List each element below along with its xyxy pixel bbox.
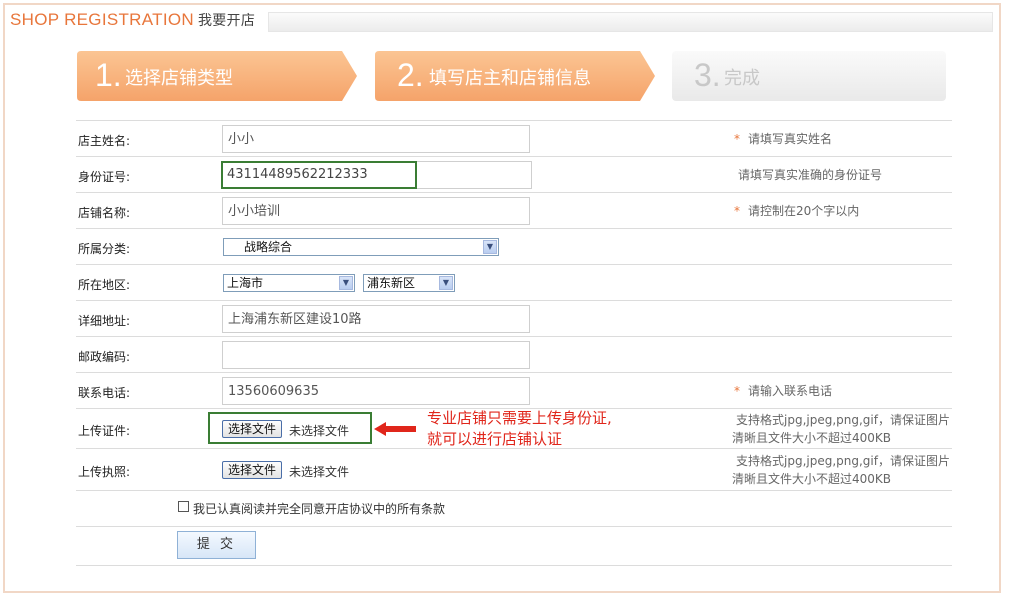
- header-bar: [268, 12, 993, 32]
- district-selected: 浦东新区: [367, 276, 416, 290]
- step-3-label: 完成: [724, 68, 760, 89]
- step-1: 1. 选择店铺类型: [77, 51, 357, 101]
- row-owner-name: 店主姓名: 小小 * 请填写真实姓名: [76, 120, 952, 157]
- required-mark: *: [734, 132, 740, 146]
- owner-name-hint: * 请填写真实姓名: [734, 132, 833, 146]
- row-license-upload: 上传执照: 选择文件 未选择文件 支持格式jpg,jpeg,png,gif，请保…: [76, 448, 952, 491]
- postcode-label: 邮政编码:: [78, 350, 131, 364]
- required-mark: *: [734, 384, 740, 398]
- license-upload-button[interactable]: 选择文件: [222, 461, 283, 479]
- row-agreement: 我已认真阅读并完全同意开店协议中的所有条款: [76, 490, 952, 527]
- phone-input[interactable]: 13560609635: [222, 377, 530, 405]
- required-mark: *: [734, 204, 740, 218]
- row-id-number: 身份证号: 43114489562212333 请填写真实准确的身份证号: [76, 156, 952, 193]
- id-number-input-rest: [417, 161, 532, 189]
- step-1-number: 1.: [95, 57, 122, 93]
- row-region: 所在地区: 上海市 ▼ 浦东新区 ▼: [76, 264, 952, 301]
- license-upload-label: 上传执照:: [78, 465, 131, 479]
- page-title: SHOP REGISTRATION 我要开店: [10, 10, 256, 29]
- phone-label: 联系电话:: [78, 386, 131, 400]
- step-3: 3. 完成: [672, 51, 946, 101]
- arrow-left-icon: [374, 422, 416, 436]
- step-2-number: 2.: [397, 57, 424, 93]
- row-postcode: 邮政编码:: [76, 336, 952, 373]
- phone-hint: * 请输入联系电话: [734, 384, 833, 398]
- shop-name-label: 店铺名称:: [78, 206, 131, 220]
- id-number-label: 身份证号:: [78, 170, 131, 184]
- annotation-note: 专业店铺只需要上传身份证, 就可以进行店铺认证: [427, 408, 612, 450]
- id-upload-hint: 支持格式jpg,jpeg,png,gif，请保证图片 清晰且文件大小不超过400…: [732, 413, 950, 445]
- district-select[interactable]: 浦东新区 ▼: [363, 274, 455, 292]
- id-upload-button[interactable]: 选择文件: [222, 420, 283, 438]
- row-address: 详细地址: 上海浦东新区建设10路: [76, 300, 952, 337]
- shop-name-hint: * 请控制在20个字以内: [734, 204, 860, 218]
- page-header: SHOP REGISTRATION 我要开店: [10, 8, 993, 34]
- chevron-down-icon: ▼: [439, 276, 453, 290]
- category-selected: 战略综合: [244, 240, 293, 254]
- id-number-input[interactable]: 43114489562212333: [221, 161, 417, 189]
- id-upload-status: 未选择文件: [289, 424, 350, 438]
- owner-name-label: 店主姓名:: [78, 134, 131, 148]
- agree-text: 我已认真阅读并完全同意开店协议中的所有条款: [193, 502, 446, 516]
- shop-name-input[interactable]: 小小培训: [222, 197, 530, 225]
- step-3-number: 3.: [694, 57, 721, 93]
- id-number-hint: 请填写真实准确的身份证号: [738, 168, 883, 182]
- agree-checkbox[interactable]: [178, 501, 189, 512]
- annotation-line-1: 专业店铺只需要上传身份证,: [427, 409, 612, 427]
- row-submit: 提 交: [76, 526, 952, 566]
- chevron-down-icon: ▼: [483, 240, 497, 254]
- category-label: 所属分类:: [78, 242, 131, 256]
- annotation-line-2: 就可以进行店铺认证: [427, 430, 563, 448]
- owner-name-input[interactable]: 小小: [222, 125, 530, 153]
- license-upload-hint: 支持格式jpg,jpeg,png,gif，请保证图片 清晰且文件大小不超过400…: [732, 454, 950, 486]
- region-label: 所在地区:: [78, 278, 131, 292]
- chevron-down-icon: ▼: [339, 276, 353, 290]
- step-2: 2. 填写店主和店铺信息: [375, 51, 655, 101]
- row-category: 所属分类: 战略综合 ▼: [76, 228, 952, 265]
- id-upload-label: 上传证件:: [78, 424, 131, 438]
- row-shop-name: 店铺名称: 小小培训 * 请控制在20个字以内: [76, 192, 952, 229]
- page-subtitle: 我要开店: [197, 13, 256, 29]
- row-id-upload: 上传证件: 选择文件 未选择文件 专业店铺只需要上传身份证, 就可以进行店铺认证…: [76, 408, 952, 449]
- city-select[interactable]: 上海市 ▼: [223, 274, 355, 292]
- postcode-input[interactable]: [222, 341, 530, 369]
- step-1-label: 选择店铺类型: [125, 68, 233, 89]
- step-2-label: 填写店主和店铺信息: [429, 68, 591, 89]
- license-upload-status: 未选择文件: [289, 465, 350, 479]
- address-label: 详细地址:: [78, 314, 131, 328]
- city-selected: 上海市: [227, 276, 264, 290]
- row-phone: 联系电话: 13560609635 * 请输入联系电话: [76, 372, 952, 409]
- category-select[interactable]: 战略综合 ▼: [223, 238, 499, 256]
- submit-button[interactable]: 提 交: [177, 531, 256, 559]
- address-input[interactable]: 上海浦东新区建设10路: [222, 305, 530, 333]
